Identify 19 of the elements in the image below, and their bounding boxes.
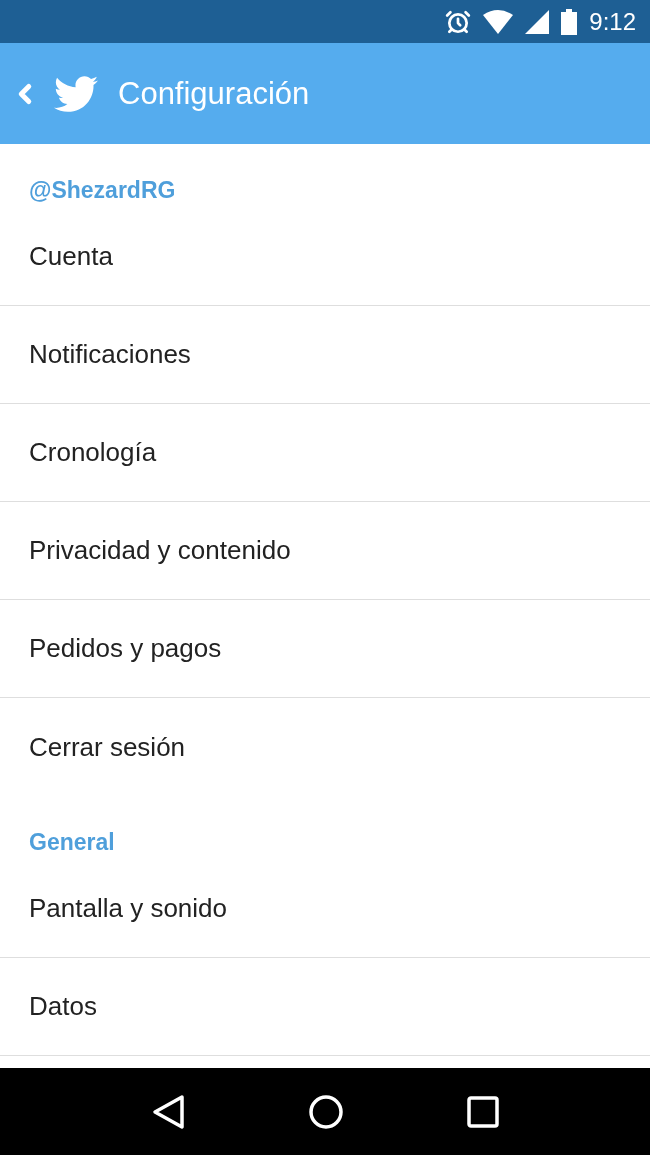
home-nav-button[interactable] — [308, 1093, 344, 1130]
clock-time: 9:12 — [589, 7, 636, 36]
recents-nav-button[interactable] — [466, 1095, 499, 1128]
back-nav-button[interactable] — [151, 1093, 186, 1130]
settings-item[interactable]: Cuenta — [0, 208, 650, 306]
section-header: General — [28, 828, 116, 857]
settings-item[interactable]: Privacidad y contenido — [0, 502, 650, 600]
settings-item[interactable]: Cerrar sesión — [0, 698, 650, 796]
settings-item[interactable]: Pedidos y pagos — [0, 600, 650, 698]
wifi-icon — [483, 9, 514, 34]
battery-icon — [561, 8, 578, 35]
alarm-icon — [445, 8, 472, 35]
signal-icon — [525, 9, 550, 34]
settings-item[interactable]: Pantalla y sonido — [0, 860, 650, 958]
screen-title: Configuración — [118, 75, 310, 112]
settings-item[interactable]: Datos — [0, 958, 650, 1056]
settings-item[interactable]: Notificaciones — [0, 306, 650, 404]
section-header: @ShezardRG — [28, 176, 177, 205]
settings-item[interactable]: Cronología — [0, 404, 650, 502]
